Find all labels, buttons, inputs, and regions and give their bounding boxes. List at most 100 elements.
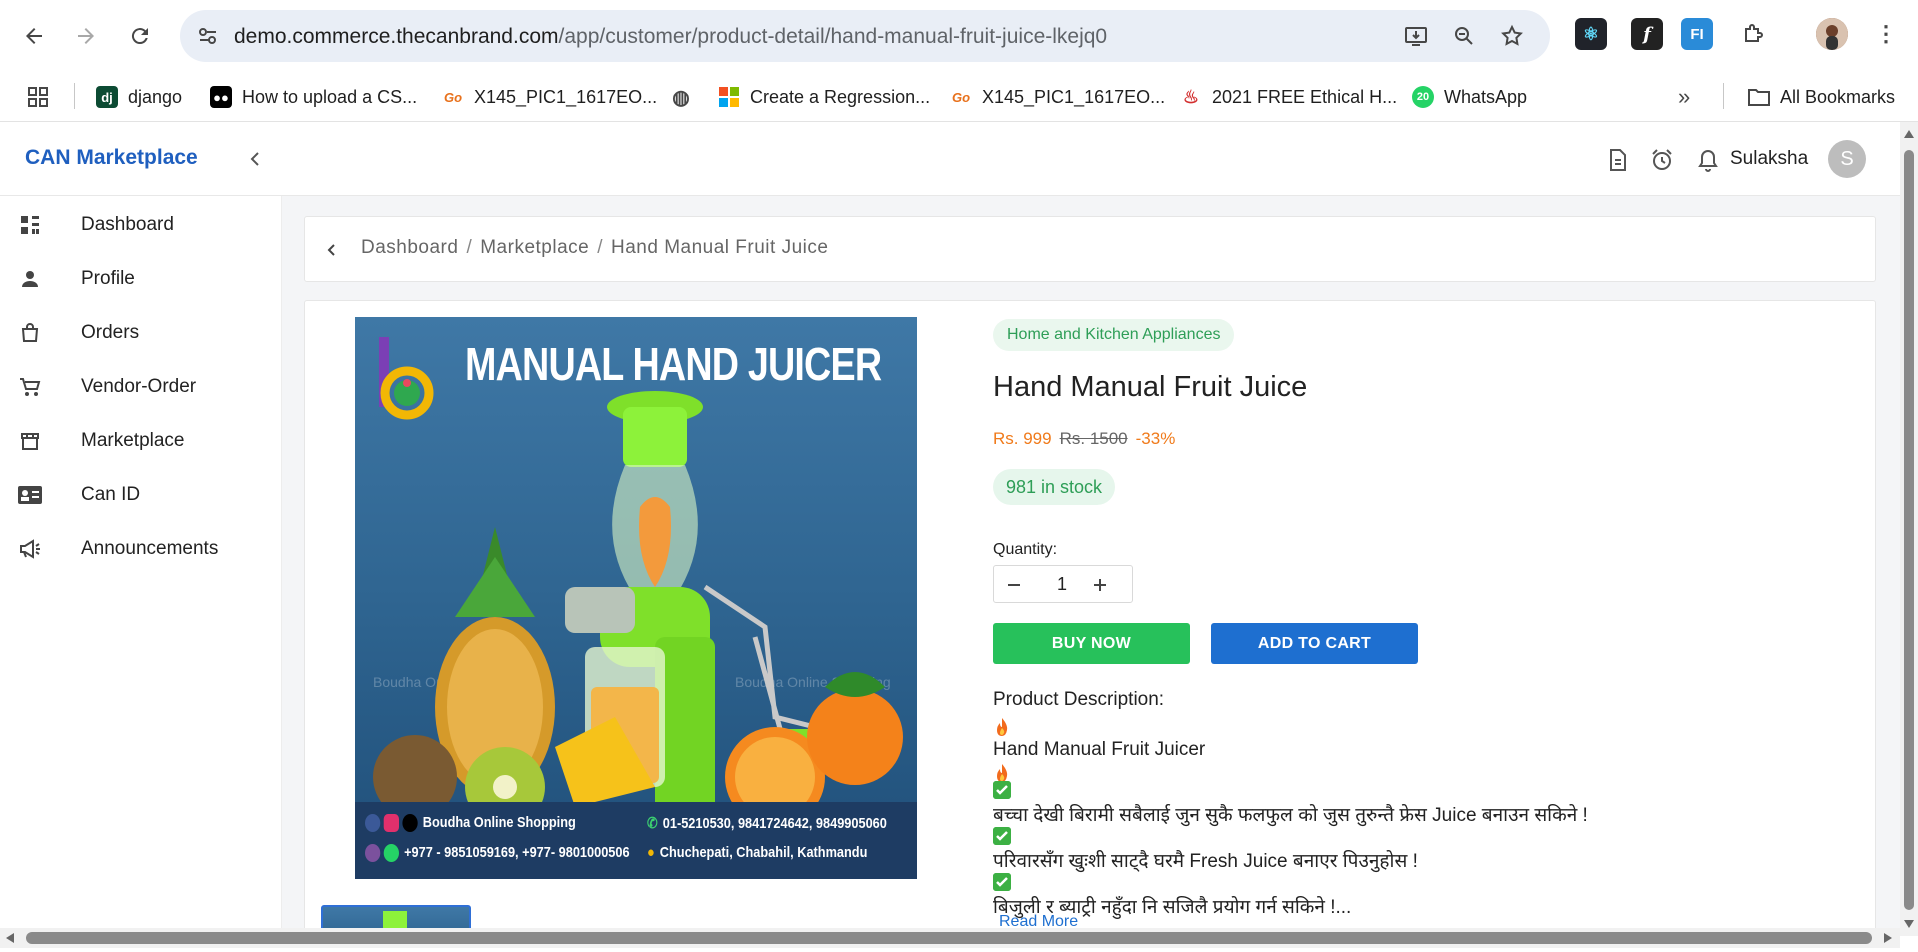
back-arrow-icon[interactable] [319, 237, 345, 263]
breadcrumb-marketplace[interactable]: Marketplace [480, 237, 589, 258]
all-bookmarks[interactable]: All Bookmarks [1748, 82, 1895, 112]
puzzle-icon[interactable] [1737, 18, 1769, 50]
cart-icon [18, 375, 42, 399]
bookmark-x145-2[interactable]: Go X145_PIC1_1617EO... [950, 82, 1165, 112]
location-pin-icon: ● [647, 844, 655, 861]
discount-badge: -33% [1135, 429, 1176, 448]
bell-icon[interactable] [1694, 146, 1722, 174]
plus-icon[interactable] [1086, 571, 1114, 599]
app-header: CAN Marketplace Sulaksha S [0, 122, 1900, 196]
horizontal-scroll-thumb[interactable] [26, 932, 1872, 944]
sidebar-item-marketplace[interactable]: Marketplace [0, 418, 282, 464]
sidebar-item-label: Marketplace [81, 430, 185, 451]
bookmark-x145-1[interactable]: Go X145_PIC1_1617EO... [442, 82, 657, 112]
add-to-cart-button[interactable]: ADD TO CART [1211, 623, 1418, 664]
breadcrumb: Dashboard / Marketplace / Hand Manual Fruit … [304, 216, 1876, 282]
check-icon [993, 873, 1011, 891]
scroll-right-icon[interactable] [1884, 933, 1892, 943]
browser-menu-icon[interactable]: ⋮ [1870, 18, 1902, 50]
collapse-sidebar-icon[interactable] [240, 144, 270, 174]
sidebar-item-orders[interactable]: Orders [0, 310, 282, 356]
alarm-icon[interactable] [1648, 146, 1676, 174]
url-text: demo.commerce.thecanbrand.com/app/custom… [234, 25, 1108, 48]
brand-title[interactable]: CAN Marketplace [25, 146, 198, 170]
avatar[interactable]: S [1828, 140, 1866, 178]
shop-social-text: Boudha Online Shopping [365, 814, 576, 833]
user-name[interactable]: Sulaksha [1730, 148, 1808, 170]
main-content: Dashboard / Marketplace / Hand Manual Fruit … [282, 196, 1900, 941]
scroll-left-icon[interactable] [6, 933, 14, 943]
product-image[interactable]: MANUAL HAND JUICER Boudha Online Shoppin… [355, 317, 917, 879]
store-icon [18, 429, 42, 453]
bookmark-medium[interactable]: ●● How to upload a CS... [210, 82, 417, 112]
document-icon[interactable] [1604, 146, 1632, 174]
site-settings-icon[interactable] [196, 24, 220, 48]
breadcrumb-trail: Dashboard / Marketplace / Hand Manual Fruit … [361, 237, 828, 259]
fi-icon[interactable]: FI [1681, 18, 1713, 50]
vertical-scroll-thumb[interactable] [1904, 150, 1914, 910]
viber-icon [365, 844, 381, 863]
horizontal-scrollbar[interactable] [0, 928, 1900, 948]
check-icon [993, 781, 1011, 799]
sidebar-item-vendor-order[interactable]: Vendor-Order [0, 364, 282, 410]
go-icon: Go [443, 89, 463, 105]
bookmark-django[interactable]: dj django [96, 82, 182, 112]
image-footer: Boudha Online Shopping ✆ 01-5210530, 9841… [355, 802, 917, 879]
bookmark-ethical[interactable]: ♨ 2021 FREE Ethical H... [1180, 82, 1397, 112]
go-icon: Go [951, 89, 971, 105]
bookmark-star-icon[interactable] [1498, 22, 1526, 50]
whatsapp-icon [383, 844, 399, 863]
sidebar-item-announcements[interactable]: Announcements [0, 526, 282, 572]
more-bookmarks-icon[interactable]: » [1678, 82, 1690, 112]
globe-icon: ◍ [672, 86, 690, 109]
breadcrumb-current: Hand Manual Fruit Juice [611, 237, 829, 258]
forward-icon[interactable] [70, 20, 102, 52]
browser-chrome: demo.commerce.thecanbrand.com/app/custom… [0, 0, 1918, 122]
bookmarks-bar: dj django ●● How to upload a CS... Go X145_… [0, 72, 1918, 122]
react-icon[interactable]: ⚛ [1575, 18, 1607, 50]
dashboard-icon [18, 213, 42, 237]
breadcrumb-dashboard[interactable]: Dashboard [361, 237, 458, 258]
id-card-icon [18, 483, 42, 507]
person-icon [18, 267, 42, 291]
original-price: Rs. 1500 [1059, 429, 1128, 448]
bookmark-globe[interactable]: ◍ [670, 82, 702, 112]
sidebar-item-dashboard[interactable]: Dashboard [0, 202, 282, 248]
sidebar-item-can-id[interactable]: Can ID [0, 472, 282, 518]
formula-icon[interactable]: f [1631, 18, 1663, 50]
address-bar[interactable]: demo.commerce.thecanbrand.com/app/custom… [180, 10, 1550, 62]
category-badge[interactable]: Home and Kitchen Appliances [993, 319, 1235, 351]
apps-icon[interactable] [26, 82, 50, 112]
image-title: MANUAL HAND JUICER [465, 338, 882, 390]
vertical-scrollbar[interactable] [1900, 122, 1918, 936]
back-icon[interactable] [18, 20, 50, 52]
sidebar-item-profile[interactable]: Profile [0, 256, 282, 302]
quantity-value[interactable]: 1 [1046, 574, 1078, 595]
scroll-up-icon[interactable] [1904, 130, 1914, 138]
zoom-icon[interactable] [1450, 22, 1478, 50]
description-line: बच्चा देखी बिरामी सबैलाई जुन सुकै फलफुल … [993, 805, 1588, 826]
sidebar-item-label: Orders [81, 322, 140, 343]
product-title: Hand Manual Fruit Juice [993, 371, 1308, 403]
description-line: परिवारसँग खुःशी साट्दै घरमै Fresh Juice … [993, 851, 1418, 872]
breadcrumb-separator: / [597, 237, 604, 258]
bookmark-regression[interactable]: Create a Regression... [718, 82, 930, 112]
bookmark-whatsapp[interactable]: 20 WhatsApp [1412, 82, 1527, 112]
scroll-down-icon[interactable] [1904, 920, 1914, 928]
whatsapp-icon: 20 [1412, 86, 1434, 108]
juicer-illustration: Boudha Online Shopping Boudha Online Sho… [373, 391, 903, 807]
description-label: Product Description: [993, 689, 1165, 710]
quantity-stepper[interactable]: 1 [993, 565, 1133, 603]
reload-icon[interactable] [124, 20, 156, 52]
tiktok-icon [402, 814, 418, 833]
price-row: Rs. 999 Rs. 1500 -33% [993, 429, 1175, 449]
current-price: Rs. 999 [993, 429, 1052, 448]
minus-icon[interactable] [1000, 571, 1028, 599]
profile-avatar-icon[interactable] [1816, 18, 1848, 50]
stock-badge: 981 in stock [993, 469, 1116, 505]
facebook-icon [365, 814, 381, 833]
buy-now-button[interactable]: BUY NOW [993, 623, 1190, 664]
install-app-icon[interactable] [1402, 22, 1430, 50]
fire-icon [997, 718, 1008, 736]
shop-phone-text: ✆ 01-5210530, 9841724642, 9849905060 [647, 815, 887, 832]
